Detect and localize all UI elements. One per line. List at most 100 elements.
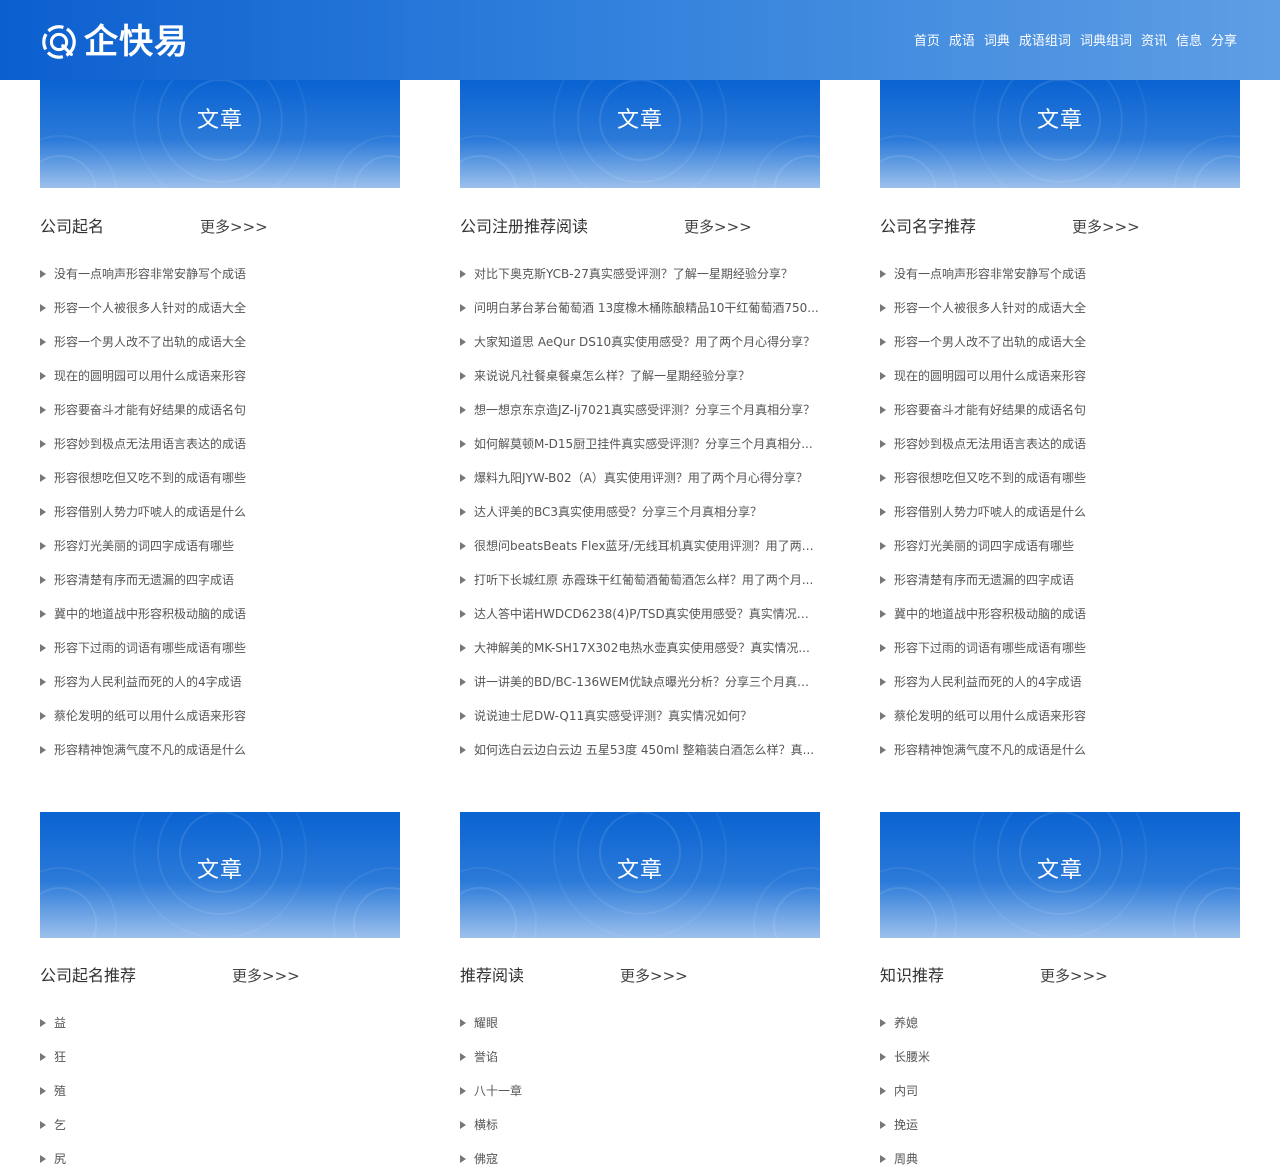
word-link[interactable]: 狂 <box>54 1049 66 1065</box>
word-link[interactable]: 周典 <box>894 1151 918 1167</box>
article-link[interactable]: 大家知道思 AeQur DS10真实使用感受？用了两个月心得分享？ <box>474 334 815 350</box>
triangle-right-icon <box>460 644 466 652</box>
more-link[interactable]: 更多>>> <box>200 216 268 238</box>
article-link[interactable]: 形容很想吃但又吃不到的成语有哪些 <box>894 470 1086 486</box>
article-link[interactable]: 讲一讲美的BD/BC-136WEM优缺点曝光分析？分享三个月真相... <box>474 674 819 690</box>
article-link[interactable]: 问明白茅台茅台葡萄酒 13度橡木桶陈酿精品10干红葡萄酒750... <box>474 300 819 316</box>
site-logo[interactable]: 企快易 <box>40 22 189 62</box>
word-link[interactable]: 佛寇 <box>474 1151 498 1167</box>
word-link[interactable]: 八十一章 <box>474 1083 522 1099</box>
article-link[interactable]: 形容一个男人改不了出轨的成语大全 <box>54 334 246 350</box>
list-item: 想一想京东京造JZ-lj7021真实感受评测？分享三个月真相分享？ <box>460 393 820 427</box>
nav-share[interactable]: 分享 <box>1211 33 1237 51</box>
section-banner[interactable]: 文章 <box>460 812 820 938</box>
list-item: 没有一点响声形容非常安静写个成语 <box>880 257 1240 291</box>
article-link[interactable]: 形容妙到极点无法用语言表达的成语 <box>894 436 1086 452</box>
nav-news[interactable]: 资讯 <box>1141 33 1167 51</box>
article-link[interactable]: 形容清楚有序而无遗漏的四字成语 <box>54 572 234 588</box>
article-link[interactable]: 形容清楚有序而无遗漏的四字成语 <box>894 572 1074 588</box>
triangle-right-icon <box>460 1053 466 1061</box>
word-link[interactable]: 耀眼 <box>474 1015 498 1031</box>
section-banner[interactable]: 文章 <box>880 80 1240 188</box>
list-item: 周典 <box>880 1142 1240 1167</box>
more-link[interactable]: 更多>>> <box>620 965 688 987</box>
more-link[interactable]: 更多>>> <box>232 965 300 987</box>
article-link[interactable]: 形容精神饱满气度不凡的成语是什么 <box>894 742 1086 758</box>
triangle-right-icon <box>460 1019 466 1027</box>
article-link[interactable]: 形容灯光美丽的词四字成语有哪些 <box>54 538 234 554</box>
nav-home[interactable]: 首页 <box>914 33 940 51</box>
article-link[interactable]: 形容一个男人改不了出轨的成语大全 <box>894 334 1086 350</box>
list-item: 形容要奋斗才能有好结果的成语名句 <box>880 393 1240 427</box>
word-link[interactable]: 内司 <box>894 1083 918 1099</box>
article-link[interactable]: 形容要奋斗才能有好结果的成语名句 <box>894 402 1086 418</box>
section-banner[interactable]: 文章 <box>880 812 1240 938</box>
list-item: 形容清楚有序而无遗漏的四字成语 <box>880 563 1240 597</box>
list-item: 横标 <box>460 1108 820 1142</box>
word-link[interactable]: 尻 <box>54 1151 66 1167</box>
article-link[interactable]: 冀中的地道战中形容积极动脑的成语 <box>894 606 1086 622</box>
word-link[interactable]: 养媳 <box>894 1015 918 1031</box>
list-item: 耀眼 <box>460 1006 820 1040</box>
article-link[interactable]: 如何选白云边白云边 五星53度 450ml 整箱装白酒怎么样？真... <box>474 742 814 758</box>
word-link[interactable]: 长腰米 <box>894 1049 930 1065</box>
triangle-right-icon <box>40 372 46 380</box>
nav-idiom-words[interactable]: 成语组词 <box>1019 33 1071 51</box>
article-link[interactable]: 如何解莫顿M-D15厨卫挂件真实感受评测？分享三个月真相分... <box>474 436 813 452</box>
more-link[interactable]: 更多>>> <box>1040 965 1108 987</box>
nav-dictionary-words[interactable]: 词典组词 <box>1080 33 1132 51</box>
list-item: 佛寇 <box>460 1142 820 1167</box>
nav-dictionary[interactable]: 词典 <box>984 33 1010 51</box>
article-link[interactable]: 没有一点响声形容非常安静写个成语 <box>894 266 1086 282</box>
section-banner[interactable]: 文章 <box>40 812 400 938</box>
article-link[interactable]: 形容灯光美丽的词四字成语有哪些 <box>894 538 1074 554</box>
article-link[interactable]: 达人答中诺HWDCD6238(4)P/TSD真实使用感受？真实情况如... <box>474 606 819 622</box>
word-link[interactable]: 益 <box>54 1015 66 1031</box>
word-link[interactable]: 乞 <box>54 1117 66 1133</box>
article-link[interactable]: 现在的圆明园可以用什么成语来形容 <box>894 368 1086 384</box>
article-link[interactable]: 形容一个人被很多人针对的成语大全 <box>54 300 246 316</box>
article-link[interactable]: 形容下过雨的词语有哪些成语有哪些 <box>54 640 246 656</box>
article-link[interactable]: 爆料九阳JYW-B02（A）真实使用评测？用了两个月心得分享？ <box>474 470 808 486</box>
triangle-right-icon <box>880 474 886 482</box>
article-link[interactable]: 现在的圆明园可以用什么成语来形容 <box>54 368 246 384</box>
more-link[interactable]: 更多>>> <box>684 216 752 238</box>
article-link[interactable]: 想一想京东京造JZ-lj7021真实感受评测？分享三个月真相分享？ <box>474 402 815 418</box>
article-link[interactable]: 形容精神饱满气度不凡的成语是什么 <box>54 742 246 758</box>
more-link[interactable]: 更多>>> <box>1072 216 1140 238</box>
article-link[interactable]: 大神解美的MK-SH17X302电热水壶真实使用感受？真实情况... <box>474 640 810 656</box>
article-link[interactable]: 蔡伦发明的纸可以用什么成语来形容 <box>54 708 246 724</box>
article-link[interactable]: 没有一点响声形容非常安静写个成语 <box>54 266 246 282</box>
article-link[interactable]: 形容妙到极点无法用语言表达的成语 <box>54 436 246 452</box>
triangle-right-icon <box>40 542 46 550</box>
list-item: 很想问beatsBeats Flex蓝牙/无线耳机真实使用评测？用了两个... <box>460 529 820 563</box>
nav-info[interactable]: 信息 <box>1176 33 1202 51</box>
article-link[interactable]: 形容很想吃但又吃不到的成语有哪些 <box>54 470 246 486</box>
article-link[interactable]: 蔡伦发明的纸可以用什么成语来形容 <box>894 708 1086 724</box>
section-banner[interactable]: 文章 <box>460 80 820 188</box>
section-banner[interactable]: 文章 <box>40 80 400 188</box>
article-link[interactable]: 形容借别人势力吓唬人的成语是什么 <box>54 504 246 520</box>
word-link[interactable]: 挽运 <box>894 1117 918 1133</box>
article-link[interactable]: 达人评美的BC3真实使用感受？分享三个月真相分享？ <box>474 504 762 520</box>
nav-idioms[interactable]: 成语 <box>949 33 975 51</box>
article-link[interactable]: 形容为人民利益而死的人的4字成语 <box>54 674 242 690</box>
section-title: 公司名字推荐 <box>880 217 977 236</box>
word-list: 耀眼 誉谄 八十一章 横标 佛寇 <box>460 1006 820 1167</box>
article-link[interactable]: 形容要奋斗才能有好结果的成语名句 <box>54 402 246 418</box>
article-link[interactable]: 形容借别人势力吓唬人的成语是什么 <box>894 504 1086 520</box>
word-list: 益 狂 殖 乞 尻 <box>40 1006 400 1167</box>
word-link[interactable]: 横标 <box>474 1117 498 1133</box>
article-link[interactable]: 冀中的地道战中形容积极动脑的成语 <box>54 606 246 622</box>
article-link[interactable]: 说说迪士尼DW-Q11真实感受评测？真实情况如何？ <box>474 708 752 724</box>
article-link[interactable]: 打听下长城红原 赤霞珠干红葡萄酒葡萄酒怎么样？用了两个月... <box>474 572 813 588</box>
article-link[interactable]: 很想问beatsBeats Flex蓝牙/无线耳机真实使用评测？用了两个... <box>474 538 819 554</box>
article-link[interactable]: 对比下奥克斯YCB-27真实感受评测？了解一星期经验分享？ <box>474 266 793 282</box>
word-link[interactable]: 殖 <box>54 1083 66 1099</box>
article-link[interactable]: 形容下过雨的词语有哪些成语有哪些 <box>894 640 1086 656</box>
word-link[interactable]: 誉谄 <box>474 1049 498 1065</box>
article-link[interactable]: 来说说凡社餐桌餐桌怎么样？了解一星期经验分享？ <box>474 368 750 384</box>
list-item: 如何解莫顿M-D15厨卫挂件真实感受评测？分享三个月真相分... <box>460 427 820 461</box>
article-link[interactable]: 形容一个人被很多人针对的成语大全 <box>894 300 1086 316</box>
article-link[interactable]: 形容为人民利益而死的人的4字成语 <box>894 674 1082 690</box>
